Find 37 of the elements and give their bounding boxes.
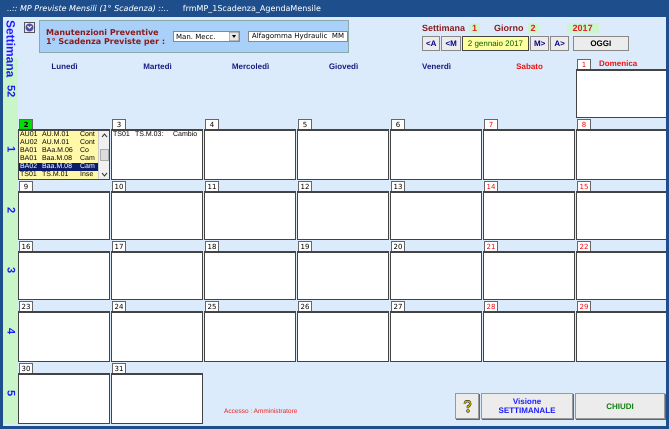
- question-mark-icon: [462, 400, 472, 412]
- week-label: Settimana: [422, 23, 466, 33]
- close-button[interactable]: CHIUDI: [575, 393, 665, 419]
- weekday-header: Giovedì: [328, 62, 358, 72]
- week-strip-title: Settimana: [4, 20, 18, 78]
- dropdown-arrow-icon: [228, 32, 239, 41]
- week-number: 1: [4, 146, 16, 152]
- year-value: 2017: [566, 23, 599, 33]
- previous-button[interactable]: <M: [441, 36, 461, 51]
- form-name: frmMP_1Scadenza_AgendaMensile: [182, 4, 321, 13]
- scroll-down-icon[interactable]: [100, 170, 108, 179]
- weekly-view-button[interactable]: Visione SETTIMANALE: [481, 393, 573, 419]
- week-number: 52: [4, 85, 16, 98]
- weekday-header: Sabato: [516, 62, 543, 72]
- scroll-up-icon[interactable]: [100, 131, 108, 140]
- weekday-header: Domenica: [599, 59, 638, 69]
- week-value: 1: [469, 23, 480, 33]
- next-button[interactable]: A>: [550, 36, 569, 51]
- weekday-header: Mercoledì: [232, 62, 270, 72]
- date-field: 2 gennaio 2017: [462, 36, 529, 51]
- today-button[interactable]: OGGI: [572, 36, 629, 51]
- weekday-header: Venerdì: [422, 62, 451, 72]
- day-value: 2: [528, 23, 539, 33]
- filter-label: Manutenzioni Preventive 1° Scadenza Previste per :: [46, 28, 166, 46]
- help-button[interactable]: [455, 393, 479, 419]
- previous-button[interactable]: <A: [422, 36, 440, 51]
- week-number: 3: [4, 266, 16, 274]
- next-button[interactable]: M>: [530, 36, 550, 51]
- weekday-header: Martedì: [143, 62, 172, 72]
- weekday-header: Lunedì: [51, 62, 78, 72]
- chevron-down-icon[interactable]: [24, 22, 35, 33]
- week-number: 5: [4, 390, 16, 396]
- week-number: 2: [4, 206, 16, 214]
- scrollbar[interactable]: [98, 131, 109, 179]
- week-number: 4: [4, 328, 16, 334]
- window-title: ..:: MP Previste Mensili (1° Scadenza) ::..: [7, 4, 169, 13]
- day-label: Giorno: [494, 23, 524, 33]
